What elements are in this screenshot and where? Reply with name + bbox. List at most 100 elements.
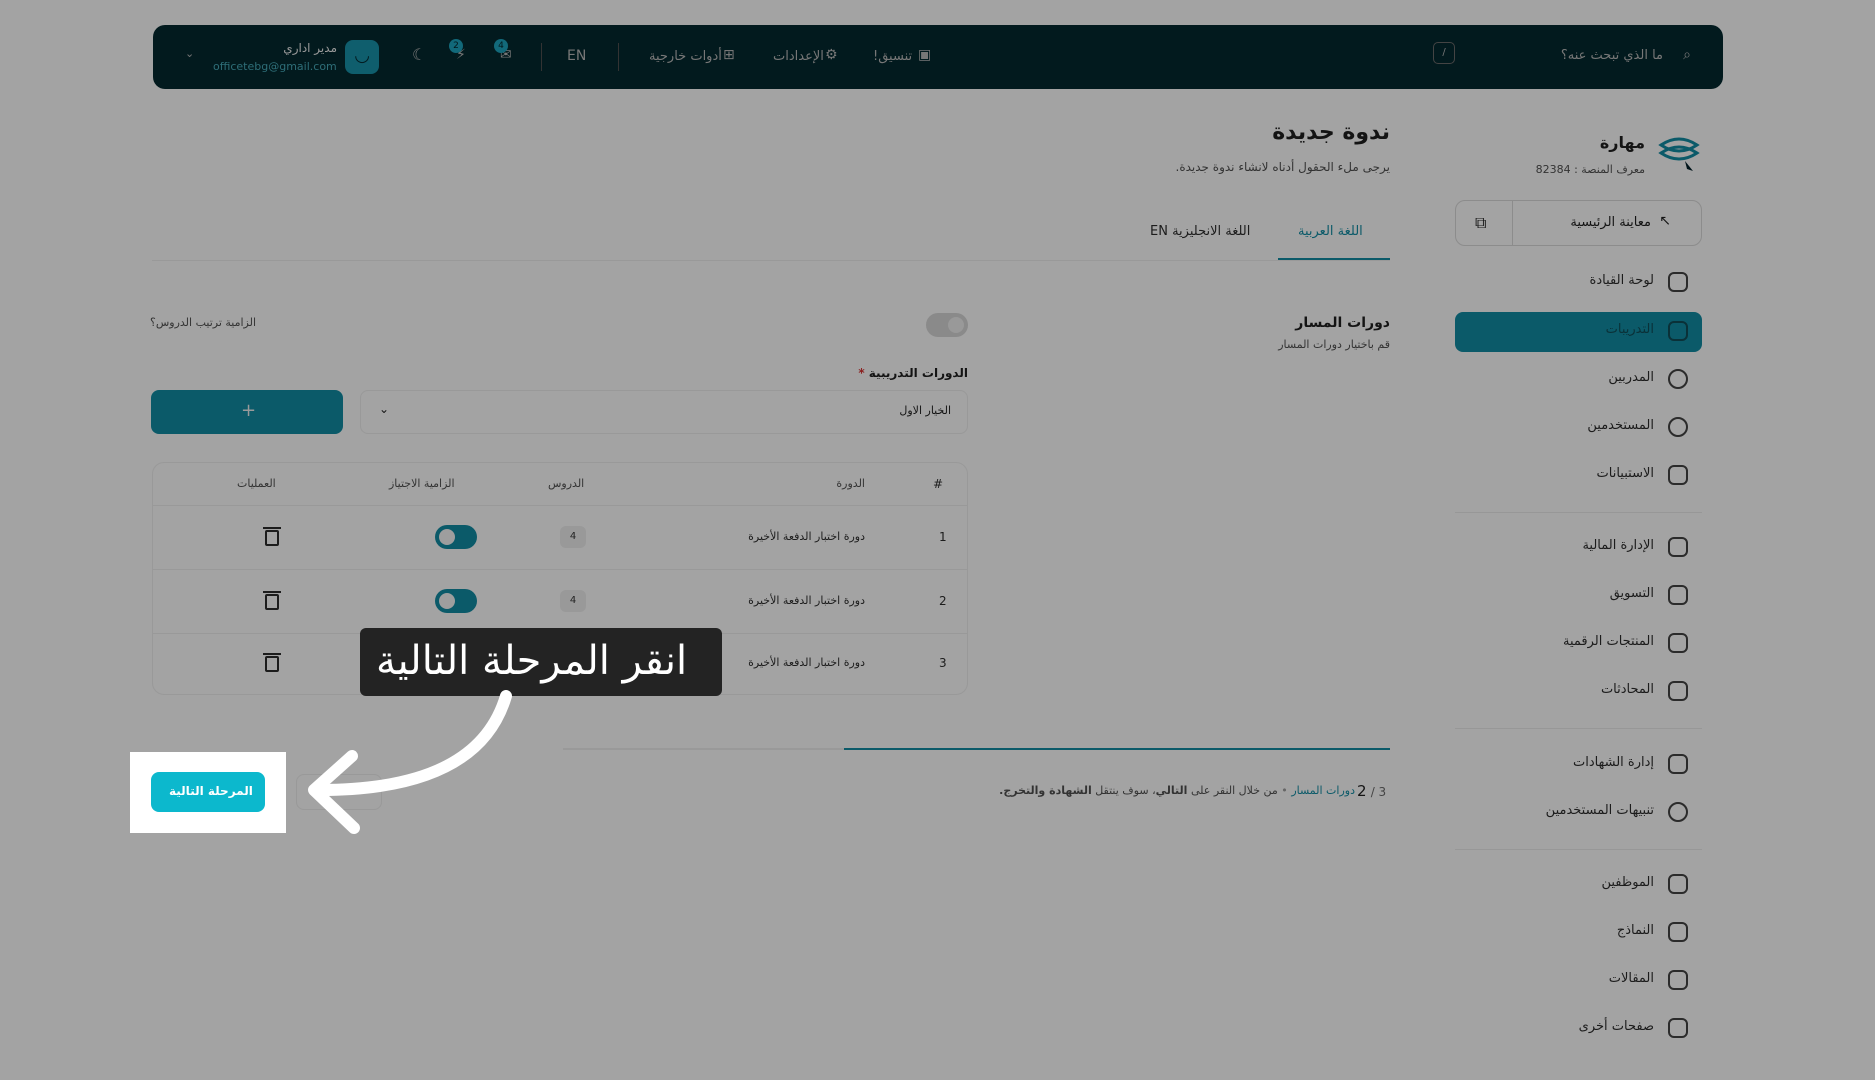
- header-course: الدورة: [836, 477, 865, 490]
- divider: [541, 43, 542, 71]
- section-title: دورات المسار: [1295, 315, 1390, 331]
- sidebar-item-label: الموظفين: [1601, 875, 1654, 890]
- hint-middle: سوف ينتقل: [1095, 784, 1149, 797]
- top-navbar: ⌕ ما الذي تبحث عنه؟ / ▣ تنسيق! ⚙ الإعداد…: [153, 25, 1723, 89]
- moon-icon[interactable]: ☾: [412, 45, 426, 64]
- tab-label: اللغة العربية: [1298, 224, 1363, 239]
- sidebar-item-certificates[interactable]: إدارة الشهادات: [1455, 745, 1702, 785]
- sidebar-item-articles[interactable]: المقالات: [1455, 961, 1702, 1001]
- hint-prefix: من خلال النقر على: [1190, 784, 1278, 797]
- user-circle-icon: [1668, 369, 1688, 389]
- chevron-down-icon[interactable]: ⌄: [185, 47, 194, 60]
- document-icon: [1668, 970, 1688, 990]
- trash-icon[interactable]: [263, 591, 281, 610]
- sidebar-item-label: النماذج: [1616, 923, 1654, 938]
- dashboard-icon: [1668, 272, 1688, 292]
- sidebar-item-surveys[interactable]: الاستبيانات: [1455, 456, 1702, 496]
- preview-home-button[interactable]: ⧉ معاينة الرئيسية ↖: [1455, 200, 1702, 246]
- sidebar-divider: [1455, 849, 1702, 850]
- mandatory-toggle[interactable]: [435, 589, 477, 613]
- next-step-button[interactable]: المرحلة التالية: [151, 772, 265, 812]
- select-value: الخيار الاول: [899, 404, 951, 417]
- sidebar-item-other-pages[interactable]: صفحات أخرى: [1455, 1009, 1702, 1049]
- settings-link[interactable]: الإعدادات: [773, 49, 824, 64]
- step-counter: 2 / 3: [1357, 782, 1386, 800]
- separator-dot: •: [1277, 784, 1288, 797]
- progress-track: [563, 748, 1390, 750]
- shortcut-key: /: [1433, 42, 1455, 64]
- language-toggle[interactable]: EN: [567, 48, 586, 64]
- add-course-button[interactable]: +: [151, 390, 343, 434]
- search-icon[interactable]: ⌕: [1683, 47, 1691, 63]
- sidebar-item-label: الإدارة المالية: [1582, 538, 1654, 553]
- order-lessons-label: الزامية ترتيب الدروس؟: [150, 316, 257, 329]
- sidebar-item-employees[interactable]: الموظفين: [1455, 865, 1702, 905]
- hint-next: التالي: [1155, 784, 1188, 797]
- courses-select[interactable]: الخيار الاول ⌄: [360, 390, 968, 434]
- sidebar-item-conversations[interactable]: المحادثات: [1455, 672, 1702, 712]
- users-icon: [1668, 417, 1688, 437]
- copy-icon[interactable]: ⧉: [1475, 213, 1486, 233]
- layout-icon: ▣: [918, 47, 932, 63]
- row-course: دورة اختبار الدفعة الأخيرة: [748, 656, 865, 669]
- external-tools-link[interactable]: أدوات خارجية: [649, 49, 722, 64]
- receipt-icon: [1668, 537, 1688, 557]
- section-subtitle: قم باختيار دورات المسار: [1278, 338, 1390, 351]
- id-badge-icon: [1668, 874, 1688, 894]
- callout-text: انقر المرحلة التالية: [376, 638, 688, 684]
- sidebar-divider: [1455, 512, 1702, 513]
- sidebar-item-finance[interactable]: الإدارة المالية: [1455, 528, 1702, 568]
- sidebar-item-digital-products[interactable]: المنتجات الرقمية: [1455, 624, 1702, 664]
- graduation-cap-icon: [1668, 754, 1688, 774]
- sidebar-item-label: المنتجات الرقمية: [1562, 634, 1654, 649]
- user-email: officetebg@gmail.com: [213, 60, 337, 73]
- sidebar-item-user-alerts[interactable]: تنبيهات المستخدمين: [1455, 793, 1702, 833]
- video-icon: [1668, 321, 1688, 341]
- chat-icon: [1668, 681, 1688, 701]
- tab-english[interactable]: اللغة الانجليزية EN: [1140, 212, 1270, 260]
- add-button-label: +: [241, 400, 257, 421]
- sidebar-item-trainers[interactable]: المدربين: [1455, 360, 1702, 400]
- required-mark: *: [858, 366, 865, 380]
- trash-icon[interactable]: [263, 653, 281, 672]
- sidebar-item-trainings[interactable]: التدريبات: [1455, 312, 1702, 352]
- avatar[interactable]: ◡: [345, 40, 379, 74]
- coordinate-link[interactable]: تنسيق!: [873, 49, 912, 64]
- row-index: 3: [939, 656, 947, 670]
- row-index: 1: [939, 530, 947, 544]
- divider: [618, 43, 619, 71]
- brand-logo: [1657, 133, 1701, 173]
- sidebar-item-dashboard[interactable]: لوحة القيادة: [1455, 263, 1702, 303]
- arrow-up-left-icon: ↖: [1659, 213, 1671, 229]
- callout-box: انقر المرحلة التالية: [360, 628, 722, 696]
- percent-icon: [1668, 585, 1688, 605]
- messages-count-badge: 4: [494, 39, 508, 53]
- order-lessons-toggle[interactable]: [926, 313, 968, 337]
- header-mandatory: الزامية الاجتياز: [389, 477, 455, 490]
- sidebar-item-users[interactable]: المستخدمين: [1455, 408, 1702, 448]
- tab-arabic[interactable]: اللغة العربية: [1278, 212, 1390, 260]
- sidebar-item-label: الاستبيانات: [1596, 466, 1654, 481]
- step-hint: دورات المسار • من خلال النقر على التالي،…: [999, 784, 1355, 797]
- flash-count-badge: 2: [449, 39, 463, 53]
- sidebar-item-forms[interactable]: النماذج: [1455, 913, 1702, 953]
- preview-home-label: معاينة الرئيسية: [1570, 215, 1651, 230]
- page-title: ندوة جديدة: [1272, 120, 1390, 145]
- header-lessons: الدروس: [548, 477, 585, 490]
- sidebar-item-label: صفحات أخرى: [1578, 1019, 1654, 1034]
- search-input[interactable]: ما الذي تبحث عنه؟: [1561, 48, 1663, 63]
- row-course: دورة اختبار الدفعة الأخيرة: [748, 530, 865, 543]
- mandatory-toggle[interactable]: [435, 525, 477, 549]
- sidebar-item-label: تنبيهات المستخدمين: [1545, 803, 1654, 818]
- trash-icon[interactable]: [263, 527, 281, 546]
- sidebar-item-label: التدريبات: [1605, 322, 1654, 337]
- chevron-down-icon: ⌄: [379, 402, 390, 416]
- lessons-count-badge: 4: [560, 590, 586, 612]
- sidebar-item-marketing[interactable]: التسويق: [1455, 576, 1702, 616]
- step-name: دورات المسار: [1291, 784, 1355, 797]
- courses-field-label: الدورات التدريبية *: [858, 366, 968, 380]
- toggle-knob: [948, 317, 964, 333]
- sidebar-item-label: إدارة الشهادات: [1573, 755, 1654, 770]
- step-current: 2: [1357, 782, 1367, 800]
- pages-icon: [1668, 1018, 1688, 1038]
